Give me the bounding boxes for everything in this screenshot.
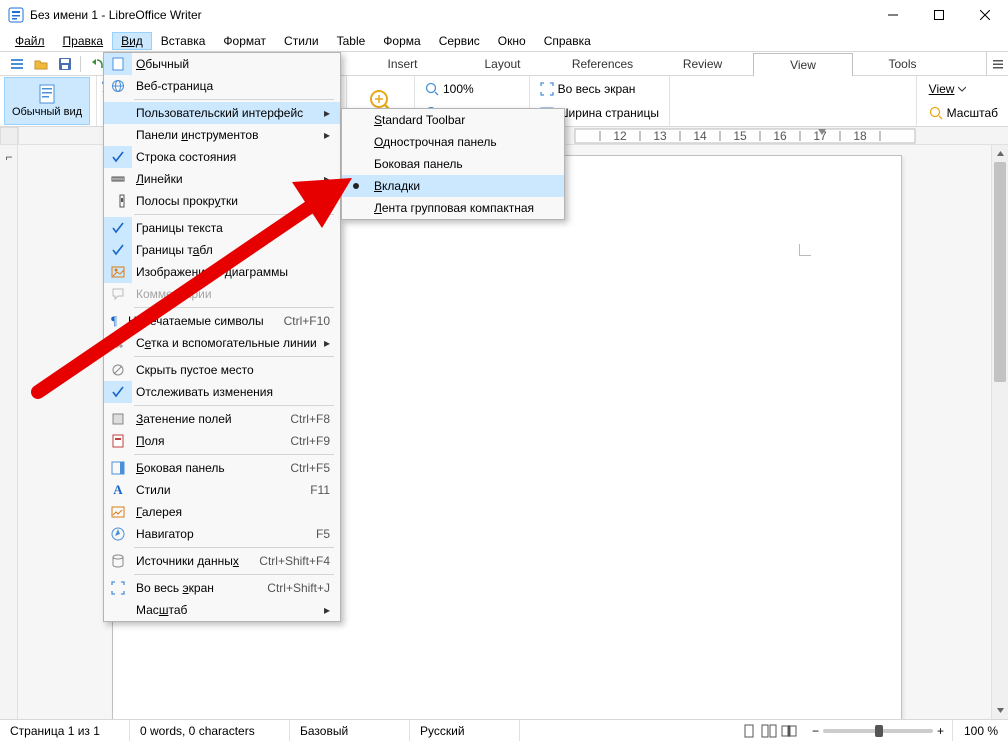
menubar: Файл Правка Вид Вставка Формат Стили Tab… <box>0 30 1008 52</box>
menu-item-scrollbars[interactable]: Полосы прокрутки ▸ <box>104 190 340 212</box>
tab-review[interactable]: Review <box>653 52 753 75</box>
qa-open-icon[interactable] <box>30 53 52 75</box>
menu-view[interactable]: Вид <box>112 32 152 50</box>
menu-edit[interactable]: Правка <box>54 32 113 50</box>
magnifier-gear-icon <box>929 106 943 120</box>
vertical-ruler[interactable]: ⌐ <box>0 145 18 719</box>
menu-table[interactable]: Table <box>328 32 375 50</box>
menu-item-text-boundaries[interactable]: Границы текста <box>104 217 340 239</box>
menu-item-styles[interactable]: A Стили F11 <box>104 479 340 501</box>
scroll-thumb[interactable] <box>994 162 1006 382</box>
menu-item-navigator[interactable]: Навигатор F5 <box>104 523 340 545</box>
app-icon <box>8 7 24 23</box>
menu-insert[interactable]: Вставка <box>152 32 215 50</box>
menu-styles[interactable]: Стили <box>275 32 328 50</box>
submenu-item-single-row[interactable]: Однострочная панель <box>342 131 564 153</box>
menu-item-zoom[interactable]: Масштаб ▸ <box>104 599 340 621</box>
single-page-icon[interactable] <box>740 723 758 739</box>
menu-window[interactable]: Окно <box>489 32 535 50</box>
menu-item-sidebar[interactable]: Боковая панель Ctrl+F5 <box>104 457 340 479</box>
submenu-item-group-compact[interactable]: Лента групповая компактная <box>342 197 564 219</box>
titlebar: Без имени 1 - LibreOffice Writer <box>0 0 1008 30</box>
menu-item-gallery[interactable]: Галерея <box>104 501 340 523</box>
view-menu-dropdown: Обычный Веб-страница Пользовательский ин… <box>103 52 341 622</box>
qa-menu-icon[interactable] <box>6 53 28 75</box>
magnifier-icon <box>425 82 439 96</box>
zoom-100-button[interactable]: 100% <box>421 78 523 100</box>
menu-form[interactable]: Форма <box>374 32 429 50</box>
fullscreen-button[interactable]: Во весь экран <box>536 78 663 100</box>
fullscreen-icon <box>540 82 554 96</box>
svg-text:12: 12 <box>613 129 627 143</box>
scale-button[interactable]: Масштаб <box>925 102 1002 124</box>
menu-service[interactable]: Сервис <box>430 32 489 50</box>
menu-item-fullscreen[interactable]: Во весь экран Ctrl+Shift+J <box>104 577 340 599</box>
page-icon <box>37 84 57 104</box>
tab-references[interactable]: References <box>553 52 653 75</box>
menu-item-table-boundaries[interactable]: Границы табл <box>104 239 340 261</box>
menu-item-statusbar[interactable]: Строка состояния <box>104 146 340 168</box>
menu-item-web[interactable]: Веб-страница <box>104 75 340 97</box>
menu-item-datasources[interactable]: Источники данных Ctrl+Shift+F4 <box>104 550 340 572</box>
tab-insert[interactable]: Insert <box>353 52 453 75</box>
close-button[interactable] <box>962 0 1008 30</box>
svg-text:⌐: ⌐ <box>5 150 12 164</box>
status-language[interactable]: Русский <box>410 720 520 741</box>
menu-item-rulers[interactable]: Линейки ▸ <box>104 168 340 190</box>
zoom-slider[interactable]: − + <box>804 720 952 741</box>
qa-save-icon[interactable] <box>54 53 76 75</box>
multi-page-icon[interactable] <box>760 723 778 739</box>
menu-item-hide-whitespace[interactable]: Скрыть пустое место <box>104 359 340 381</box>
menu-item-fields[interactable]: Поля Ctrl+F9 <box>104 430 340 452</box>
normal-view-button[interactable]: Обычный вид <box>4 77 90 125</box>
view-dropdown-button[interactable]: View <box>925 78 1002 100</box>
menu-item-images-charts[interactable]: Изображения и диаграммы <box>104 261 340 283</box>
menu-item-grid[interactable]: Сетка и вспомогательные линии ▸ <box>104 332 340 354</box>
menu-item-comments: Комментарии <box>104 283 340 305</box>
submenu-item-standard-toolbar[interactable]: Standard Toolbar <box>342 109 564 131</box>
caret-down-icon <box>958 85 966 93</box>
minimize-button[interactable] <box>870 0 916 30</box>
book-view-icon[interactable] <box>780 723 798 739</box>
menu-item-field-shadings[interactable]: Затенение полей Ctrl+F8 <box>104 408 340 430</box>
maximize-button[interactable] <box>916 0 962 30</box>
status-page[interactable]: Страница 1 из 1 <box>0 720 130 741</box>
statusbar: Страница 1 из 1 0 words, 0 characters Ба… <box>0 719 1008 741</box>
tab-layout[interactable]: Layout <box>453 52 553 75</box>
zoom-out-icon[interactable]: − <box>812 724 819 738</box>
margin-corner-icon <box>799 244 811 256</box>
menu-item-normal[interactable]: Обычный <box>104 53 340 75</box>
svg-text:18: 18 <box>853 129 867 143</box>
svg-text:16: 16 <box>773 129 787 143</box>
menu-item-toolbars[interactable]: Панели инструментов ▸ <box>104 124 340 146</box>
svg-text:14: 14 <box>693 129 707 143</box>
status-style[interactable]: Базовый <box>290 720 410 741</box>
tab-view[interactable]: View <box>753 53 853 76</box>
normal-view-label: Обычный вид <box>12 106 82 118</box>
menu-item-nonprinting[interactable]: ¶ Непечатаемые символы Ctrl+F10 <box>104 310 340 332</box>
menu-help[interactable]: Справка <box>535 32 600 50</box>
scroll-down-icon[interactable] <box>992 702 1008 719</box>
menu-file[interactable]: Файл <box>6 32 54 50</box>
view-mode-icons <box>734 723 804 739</box>
vertical-scrollbar[interactable] <box>991 145 1008 719</box>
window-title: Без имени 1 - LibreOffice Writer <box>30 8 870 22</box>
svg-text:15: 15 <box>733 129 747 143</box>
status-zoom[interactable]: 100 % <box>952 720 1008 741</box>
notebookbar-more-icon[interactable] <box>986 52 1008 75</box>
menu-format[interactable]: Формат <box>214 32 275 50</box>
ui-submenu-dropdown: Standard Toolbar Однострочная панель Бок… <box>341 108 565 220</box>
scroll-up-icon[interactable] <box>992 145 1008 162</box>
menu-item-track-changes[interactable]: Отслеживать изменения <box>104 381 340 403</box>
zoom-in-icon[interactable]: + <box>937 724 944 738</box>
status-wordcount[interactable]: 0 words, 0 characters <box>130 720 290 741</box>
svg-text:13: 13 <box>653 129 667 143</box>
submenu-item-tabs[interactable]: Вкладки <box>342 175 564 197</box>
submenu-item-side-panel[interactable]: Боковая панель <box>342 153 564 175</box>
tab-tools[interactable]: Tools <box>853 52 953 75</box>
menu-item-ui[interactable]: Пользовательский интерфейс ▸ <box>104 102 340 124</box>
